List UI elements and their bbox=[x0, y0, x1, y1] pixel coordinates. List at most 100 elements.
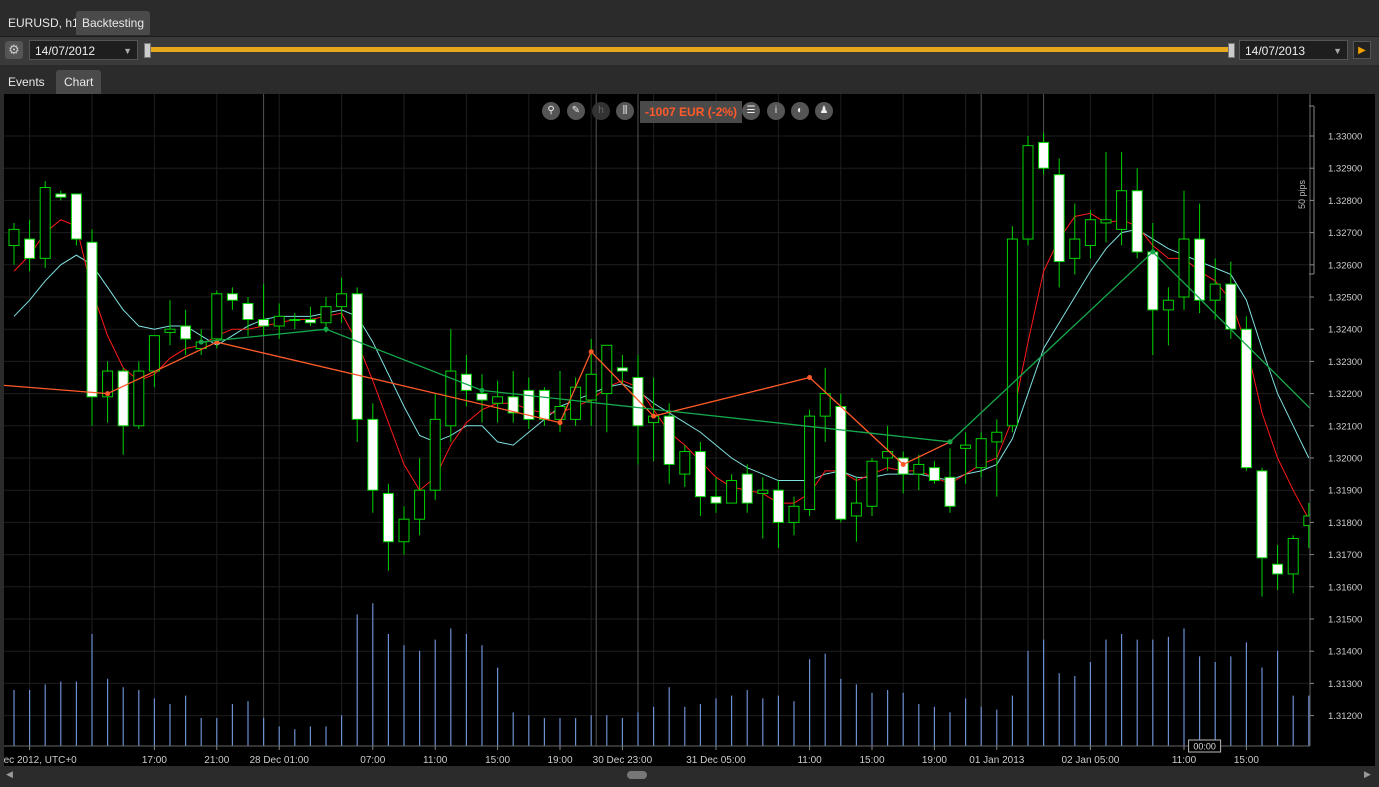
tab-chart-eurusd[interactable]: EURUSD, h1 bbox=[2, 11, 85, 35]
time-tick-label: 30 Dec 23:00 bbox=[593, 755, 653, 766]
end-date-value: 14/07/2013 bbox=[1245, 44, 1306, 58]
candle-body bbox=[1131, 190, 1143, 253]
time-tick-label: 28 Dec 01:00 bbox=[249, 755, 309, 766]
start-date-select[interactable]: 14/07/2012 ▼ bbox=[29, 40, 138, 60]
period-icon[interactable]: h bbox=[592, 102, 610, 120]
scroll-thumb[interactable] bbox=[627, 771, 647, 779]
candle-body bbox=[1272, 563, 1284, 575]
candle-body bbox=[726, 480, 738, 504]
candlestick-series bbox=[8, 132, 1315, 597]
ma-slow-line bbox=[13, 228, 1310, 482]
candle-body bbox=[180, 325, 192, 340]
candle-body bbox=[1038, 141, 1050, 169]
candle-body bbox=[289, 319, 301, 322]
time-tick-label: 17:00 bbox=[142, 755, 167, 766]
scroll-left-icon[interactable]: ◀ bbox=[6, 769, 13, 780]
candle-body bbox=[1256, 470, 1268, 559]
price-tick-label: 1.31600 bbox=[1328, 582, 1362, 593]
candle-body bbox=[429, 418, 441, 491]
candle-body bbox=[570, 386, 582, 420]
tab-backtesting[interactable]: Backtesting bbox=[76, 11, 151, 35]
time-tick-label: 07:00 bbox=[360, 755, 385, 766]
trade-path-red-point bbox=[557, 420, 563, 426]
trader-icon[interactable]: ♟ bbox=[815, 102, 833, 120]
candle-body bbox=[679, 451, 691, 475]
price-tick-label: 1.31700 bbox=[1328, 550, 1362, 561]
slider-start-handle[interactable] bbox=[144, 43, 151, 58]
zoom-icon[interactable]: ⚲ bbox=[542, 102, 560, 120]
time-tick-label: 27 Dec 2012, UTC+0 bbox=[4, 755, 77, 766]
price-tick-label: 1.31500 bbox=[1328, 615, 1362, 626]
candle-body bbox=[304, 319, 316, 324]
candle-body bbox=[866, 460, 878, 507]
candle-body bbox=[86, 241, 98, 398]
candle-body bbox=[117, 370, 129, 427]
candle-body bbox=[585, 373, 597, 401]
candle-body bbox=[1194, 238, 1206, 301]
end-date-select[interactable]: 14/07/2013 ▼ bbox=[1239, 40, 1348, 60]
candle-body bbox=[960, 444, 972, 449]
play-icon[interactable]: ▶ bbox=[1353, 41, 1371, 59]
settings-gear-icon[interactable]: ⚙ bbox=[5, 41, 23, 59]
sentiment-icon[interactable]: ◐ bbox=[791, 102, 809, 120]
candle-body bbox=[226, 293, 238, 301]
tab-chart[interactable]: Chart bbox=[56, 70, 102, 94]
time-tick-label: 11:00 bbox=[423, 755, 448, 766]
candle-body bbox=[70, 193, 82, 240]
candle-body bbox=[398, 518, 410, 543]
info-icon[interactable]: i bbox=[767, 102, 785, 120]
slider-end-handle[interactable] bbox=[1228, 43, 1235, 58]
cursor-time-label: 00:00 bbox=[1193, 742, 1216, 752]
candle-body bbox=[1209, 283, 1221, 301]
price-chart[interactable]: 1.33000 1.32900 1.32800 1.32700 1.32600 1.325… bbox=[4, 94, 1375, 766]
time-tick-label: 15:00 bbox=[1234, 755, 1259, 766]
time-tick-label: 15:00 bbox=[485, 755, 510, 766]
horizontal-scrollbar[interactable]: ◀ ▶ bbox=[0, 766, 1379, 787]
chart-area[interactable]: 1.33000 1.32900 1.32800 1.32700 1.32600 1.325… bbox=[4, 94, 1375, 766]
candle-body bbox=[741, 473, 753, 504]
chevron-down-icon: ▼ bbox=[123, 46, 132, 56]
date-range-slider[interactable] bbox=[146, 47, 1232, 52]
tab-events[interactable]: Events bbox=[0, 70, 53, 94]
candle-body bbox=[1162, 299, 1174, 311]
moving-average-slow bbox=[13, 228, 1310, 482]
time-axis: 27 Dec 2012, UTC+0 17:00 21:00 28 Dec 01:00… bbox=[4, 739, 1310, 766]
candle-body bbox=[211, 293, 223, 340]
price-tick-label: 1.31800 bbox=[1328, 518, 1362, 529]
price-tick-label: 1.32000 bbox=[1328, 454, 1362, 465]
trade-path-green-point bbox=[198, 339, 204, 345]
candle-body bbox=[804, 415, 816, 511]
candle-body bbox=[710, 496, 722, 504]
trade-path-red-point bbox=[900, 461, 906, 467]
tab-bar: EURUSD, h1 Backtesting bbox=[0, 0, 1379, 36]
scroll-right-icon[interactable]: ▶ bbox=[1364, 769, 1371, 780]
ma-fast-line bbox=[13, 212, 1310, 520]
trade-path-green-point bbox=[1150, 249, 1156, 255]
candle-body bbox=[1084, 219, 1096, 246]
pip-scale-label: 50 pips bbox=[1297, 179, 1307, 209]
candles-icon[interactable]: ⫼ bbox=[616, 102, 634, 120]
time-tick-label: 01 Jan 2013 bbox=[969, 755, 1024, 766]
price-tick-label: 1.32200 bbox=[1328, 389, 1362, 400]
trade-list-icon[interactable]: ☰ bbox=[742, 102, 760, 120]
trade-path-red-point bbox=[807, 375, 813, 380]
candle-body bbox=[1178, 238, 1190, 298]
trade-path-red-point bbox=[651, 413, 657, 419]
candle-body bbox=[1100, 219, 1112, 224]
candle-body bbox=[632, 377, 644, 427]
candle-body bbox=[788, 505, 800, 523]
price-axis: 1.33000 1.32900 1.32800 1.32700 1.32600 1.325… bbox=[1297, 94, 1375, 766]
volume-bars bbox=[13, 603, 1310, 746]
candle-body bbox=[1287, 538, 1299, 575]
candle-body bbox=[694, 451, 706, 498]
time-tick-label: 31 Dec 05:00 bbox=[686, 755, 746, 766]
chevron-down-icon: ▼ bbox=[1333, 46, 1342, 56]
drawing-icon[interactable]: ✎ bbox=[567, 102, 585, 120]
candle-body bbox=[476, 393, 488, 401]
candle-body bbox=[242, 302, 254, 321]
candle-body bbox=[1147, 251, 1159, 311]
candle-body bbox=[757, 489, 769, 494]
trade-path-green-point bbox=[947, 439, 953, 445]
price-tick-label: 1.32700 bbox=[1328, 228, 1362, 239]
candle-body bbox=[414, 489, 426, 520]
